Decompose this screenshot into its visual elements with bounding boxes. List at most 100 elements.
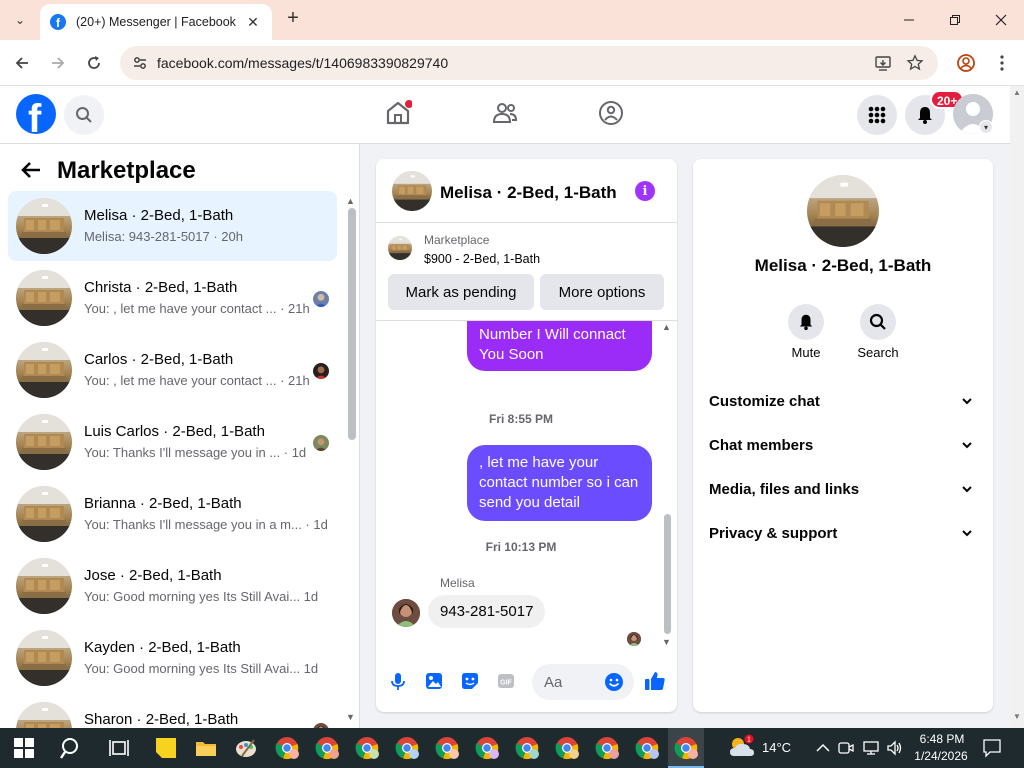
photo-icon[interactable] xyxy=(424,671,444,691)
file-explorer-icon[interactable] xyxy=(194,736,218,760)
profile-icon[interactable] xyxy=(956,53,976,73)
search-action[interactable]: Search xyxy=(848,304,908,360)
chat-scroll-down-icon[interactable]: ▼ xyxy=(662,637,671,647)
conversation-item[interactable]: Sharon · 2-Bed, 1-Bath xyxy=(8,695,337,728)
page-scroll-down-icon[interactable]: ▼ xyxy=(1013,712,1021,721)
chrome-icon[interactable] xyxy=(435,736,459,760)
back-icon[interactable] xyxy=(10,51,34,75)
conversation-item[interactable]: Kayden · 2-Bed, 1-Bath You: Good morning… xyxy=(8,623,337,693)
omnibox[interactable]: facebook.com/messages/t/1406983390829740 xyxy=(120,46,938,80)
conversation-name: Melisa · 2-Bed, 1-Bath xyxy=(84,207,234,224)
back-arrow-icon[interactable] xyxy=(20,158,42,186)
conversation-item[interactable]: Christa · 2-Bed, 1-Bath You: , let me ha… xyxy=(8,263,337,333)
chrome-icon[interactable] xyxy=(595,736,619,760)
message-input-placeholder: Aa xyxy=(544,674,563,691)
sticky-notes-icon[interactable] xyxy=(154,736,178,760)
chat-scrollbar[interactable] xyxy=(664,514,671,634)
chat-scroll-up-icon[interactable]: ▲ xyxy=(662,322,671,332)
privacy-support-section[interactable]: Privacy & support xyxy=(709,513,977,553)
chrome-icon[interactable] xyxy=(315,736,339,760)
conversation-item[interactable]: Brianna · 2-Bed, 1-Bath You: Thanks I'll… xyxy=(8,479,337,549)
clock-time[interactable]: 6:48 PM xyxy=(916,732,968,746)
seen-avatar xyxy=(313,291,329,307)
chat-title[interactable]: Melisa · 2-Bed, 1-Bath xyxy=(440,183,617,203)
fb-search-button[interactable] xyxy=(64,95,104,135)
network-icon[interactable] xyxy=(862,740,880,756)
outgoing-message[interactable]: Send Your Phone Number I Will connact Yo… xyxy=(467,321,652,371)
mute-action[interactable]: Mute xyxy=(776,304,836,360)
media-files-links-section[interactable]: Media, files and links xyxy=(709,469,977,509)
search-icon xyxy=(76,107,92,123)
bookmark-star-icon[interactable] xyxy=(906,54,924,72)
menu-grid-button[interactable] xyxy=(857,95,897,135)
minimize-icon[interactable] xyxy=(886,0,932,40)
chat-members-section[interactable]: Chat members xyxy=(709,425,977,465)
chevron-up-icon[interactable] xyxy=(816,742,830,754)
outgoing-message[interactable]: , let me have your contact number so i c… xyxy=(467,445,652,521)
tab-search-chevron-icon[interactable]: ⌄ xyxy=(8,8,32,32)
account-caret-icon[interactable]: ▾ xyxy=(979,120,993,134)
facebook-logo-icon[interactable]: f xyxy=(16,94,56,134)
incoming-message[interactable]: 943-281-5017 xyxy=(428,595,546,628)
emoji-icon[interactable] xyxy=(604,672,624,692)
search-icon[interactable] xyxy=(60,736,84,760)
conversation-list-scrollbar[interactable] xyxy=(348,208,356,440)
sticker-icon[interactable] xyxy=(460,671,480,691)
scroll-down-arrow-icon[interactable]: ▼ xyxy=(346,712,355,722)
customize-chat-section[interactable]: Customize chat xyxy=(709,381,977,421)
microphone-icon[interactable] xyxy=(388,671,408,691)
chrome-icon[interactable] xyxy=(515,736,539,760)
thumbs-up-icon[interactable] xyxy=(644,670,666,692)
mark-as-pending-button[interactable]: Mark as pending xyxy=(388,274,534,310)
task-view-icon[interactable] xyxy=(108,736,132,760)
scroll-up-arrow-icon[interactable]: ▲ xyxy=(346,196,355,206)
install-app-icon[interactable] xyxy=(874,54,892,72)
conversation-item[interactable]: Melisa · 2-Bed, 1-Bath Melisa: 943-281-5… xyxy=(8,191,337,261)
restore-icon[interactable] xyxy=(932,0,978,40)
conversation-item[interactable]: Carlos · 2-Bed, 1-Bath You: , let me hav… xyxy=(8,335,337,405)
groups-icon[interactable] xyxy=(597,99,625,127)
site-settings-icon[interactable] xyxy=(132,55,148,71)
active-taskbar-item[interactable] xyxy=(668,728,704,768)
chrome-icon[interactable] xyxy=(275,736,299,760)
conversation-name: Kayden · 2-Bed, 1-Bath xyxy=(84,639,241,656)
chat-thumbnail[interactable] xyxy=(392,171,432,211)
tab-close-icon[interactable]: ✕ xyxy=(244,14,262,31)
windows-start-icon[interactable] xyxy=(14,738,34,758)
reload-icon[interactable] xyxy=(82,51,106,75)
listing-photo[interactable] xyxy=(807,175,879,247)
new-tab-icon[interactable]: + xyxy=(282,8,304,30)
home-icon[interactable] xyxy=(384,99,412,127)
clock-date[interactable]: 1/24/2026 xyxy=(910,749,972,763)
chrome-icon[interactable] xyxy=(555,736,579,760)
info-icon[interactable]: i xyxy=(635,181,655,201)
meet-now-icon[interactable] xyxy=(838,740,854,756)
page-scrollbar[interactable]: ▲ ▼ xyxy=(1010,86,1024,728)
browser-tab[interactable]: f (20+) Messenger | Facebook ✕ xyxy=(40,4,272,40)
conversation-item[interactable]: Luis Carlos · 2-Bed, 1-Bath You: Thanks … xyxy=(8,407,337,477)
chrome-icon[interactable] xyxy=(635,736,659,760)
weather-cloud-icon[interactable]: 1 xyxy=(728,734,756,760)
page-scroll-up-icon[interactable]: ▲ xyxy=(1013,88,1021,97)
paint-icon[interactable] xyxy=(234,736,258,760)
listing-title[interactable]: $900 - 2-Bed, 1-Bath xyxy=(424,252,540,266)
friends-icon[interactable] xyxy=(491,99,519,127)
notification-center-icon[interactable] xyxy=(982,738,1002,758)
gif-icon[interactable]: GIF xyxy=(496,671,516,691)
message-input[interactable]: Aa xyxy=(532,664,634,700)
weather-alert-badge: 1 xyxy=(747,737,751,744)
conversation-snippet: Melisa: 943-281-5017 · 20h xyxy=(84,229,243,244)
chrome-icon[interactable] xyxy=(355,736,379,760)
more-options-button[interactable]: More options xyxy=(540,274,664,310)
weather-temp[interactable]: 14°C xyxy=(762,740,791,755)
close-window-icon[interactable] xyxy=(978,0,1024,40)
conversation-item[interactable]: Jose · 2-Bed, 1-Bath You: Good morning y… xyxy=(8,551,337,621)
browser-menu-icon[interactable] xyxy=(992,53,1012,73)
forward-icon[interactable] xyxy=(46,51,70,75)
sender-avatar[interactable] xyxy=(392,599,420,627)
chrome-icon[interactable] xyxy=(395,736,419,760)
chrome-icon[interactable] xyxy=(475,736,499,760)
windows-taskbar: 1 14°C 6:48 PM 1/24/2026 xyxy=(0,728,1024,768)
grid-icon xyxy=(868,106,886,124)
volume-icon[interactable] xyxy=(886,740,904,756)
